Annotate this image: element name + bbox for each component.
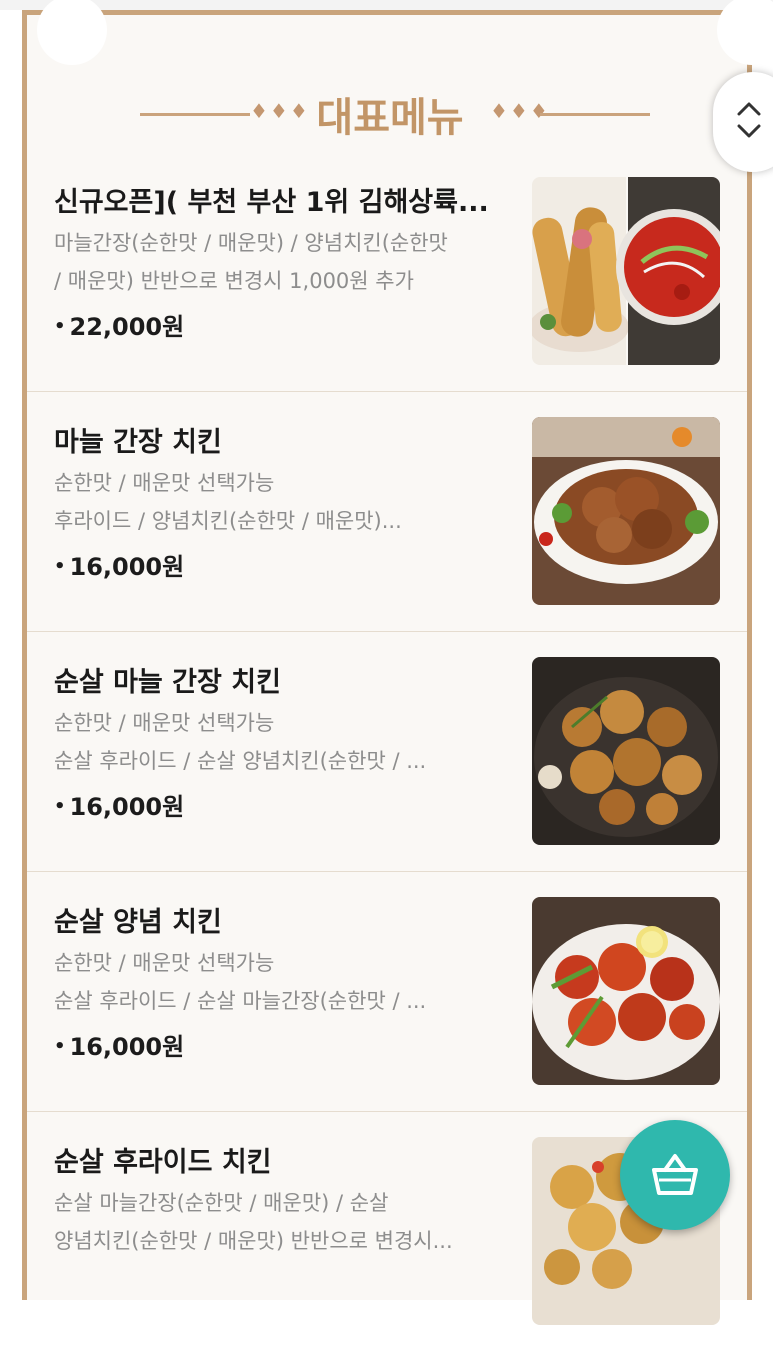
basket-icon: [652, 1154, 698, 1195]
boneless-yangnyeom-chicken-image: [532, 897, 720, 1085]
section-header: ♦♦♦ 대표메뉴 ♦♦♦: [60, 85, 710, 145]
menu-item-description-line: 순한맛 / 매운맛 선택가능: [54, 951, 275, 975]
menu-item-description-line: / 매운맛) 반반으로 변경시 1,000원 추가: [54, 269, 414, 293]
section-title: 대표메뉴: [316, 95, 464, 141]
chicken-tenders-and-spicy-soup-image: [532, 177, 720, 365]
price-bullet-icon: •: [54, 556, 66, 577]
price-bullet-icon: •: [54, 796, 66, 817]
menu-item-price: • 22,000원: [54, 307, 184, 342]
menu-item[interactable]: 마늘 간장 치킨 순한맛 / 매운맛 선택가능 후라이드 / 양념치킨(순한맛 …: [27, 392, 747, 632]
menu-item-description-line: 마늘간장(순한맛 / 매운맛) / 양념치킨(순한맛: [54, 231, 448, 255]
price-bullet-icon: •: [54, 316, 66, 337]
menu-item-title: 순살 마늘 간장 치킨: [54, 667, 281, 698]
menu-item-description-line: 순한맛 / 매운맛 선택가능: [54, 711, 275, 735]
menu-item[interactable]: 순살 마늘 간장 치킨 순한맛 / 매운맛 선택가능 순살 후라이드 / 순살 …: [27, 632, 747, 872]
menu-item-description-line: 양념치킨(순한맛 / 매운맛) 반반으로 변경시...: [54, 1229, 453, 1253]
menu-item-image[interactable]: [532, 177, 720, 365]
menu-item-image[interactable]: [532, 897, 720, 1085]
menu-item-price: • 16,000원: [54, 547, 184, 582]
menu-item-description-line: 순살 후라이드 / 순살 양념치킨(순한맛 / ...: [54, 749, 427, 773]
menu-item[interactable]: 순살 양념 치킨 순한맛 / 매운맛 선택가능 순살 후라이드 / 순살 마늘간…: [27, 872, 747, 1112]
menu-item-description-line: 순한맛 / 매운맛 선택가능: [54, 471, 275, 495]
menu-item[interactable]: 신규오픈]( 부천 부산 1위 김해상륙... 마늘간장(순한맛 / 매운맛) …: [27, 152, 747, 392]
menu-item-image[interactable]: [532, 657, 720, 845]
menu-item-description: 마늘간장(순한맛 / 매운맛) / 양념치킨(순한맛 / 매운맛) 반반으로 변…: [54, 224, 519, 300]
menu-item-title: 마늘 간장 치킨: [54, 427, 222, 458]
chevron-up-down-icon: [737, 102, 761, 138]
menu-item-description: 순살 마늘간장(순한맛 / 매운맛) / 순살 양념치킨(순한맛 / 매운맛) …: [54, 1184, 519, 1260]
menu-item-price-value: 16,000원: [69, 553, 185, 581]
menu-item-description-line: 순살 후라이드 / 순살 마늘간장(순한맛 / ...: [54, 989, 427, 1013]
top-strip: [0, 0, 773, 10]
menu-item-title: 순살 후라이드 치킨: [54, 1147, 272, 1178]
frame-corner-right: [717, 0, 773, 65]
cart-button[interactable]: [620, 1120, 730, 1230]
menu-item-price: • 16,000원: [54, 787, 184, 822]
menu-item-description: 순한맛 / 매운맛 선택가능 순살 후라이드 / 순살 마늘간장(순한맛 / .…: [54, 944, 519, 1020]
title-divider-right: [540, 113, 650, 116]
menu-item-image[interactable]: [532, 417, 720, 605]
menu-item-description-line: 순살 마늘간장(순한맛 / 매운맛) / 순살: [54, 1191, 389, 1215]
price-bullet-icon: •: [54, 1036, 66, 1057]
diamond-ornament-right-icon: ♦♦♦: [490, 99, 550, 123]
menu-item-price-value: 16,000원: [69, 1033, 185, 1061]
menu-item-description: 순한맛 / 매운맛 선택가능 순살 후라이드 / 순살 양념치킨(순한맛 / .…: [54, 704, 519, 780]
menu-item-title: 신규오픈]( 부천 부산 1위 김해상륙...: [54, 187, 489, 218]
menu-item-description-line: 후라이드 / 양념치킨(순한맛 / 매운맛)...: [54, 509, 402, 533]
menu-item-price-value: 22,000원: [69, 313, 185, 341]
menu-item-description: 순한맛 / 매운맛 선택가능 후라이드 / 양념치킨(순한맛 / 매운맛)...: [54, 464, 519, 540]
garlic-soy-chicken-image: [532, 417, 720, 605]
boneless-garlic-soy-chicken-image: [532, 657, 720, 845]
menu-item-price: • 16,000원: [54, 1027, 184, 1062]
menu-item-price-value: 16,000원: [69, 793, 185, 821]
menu-item-title: 순살 양념 치킨: [54, 907, 222, 938]
frame-corner-left: [37, 0, 107, 65]
title-divider-left: [140, 113, 250, 116]
